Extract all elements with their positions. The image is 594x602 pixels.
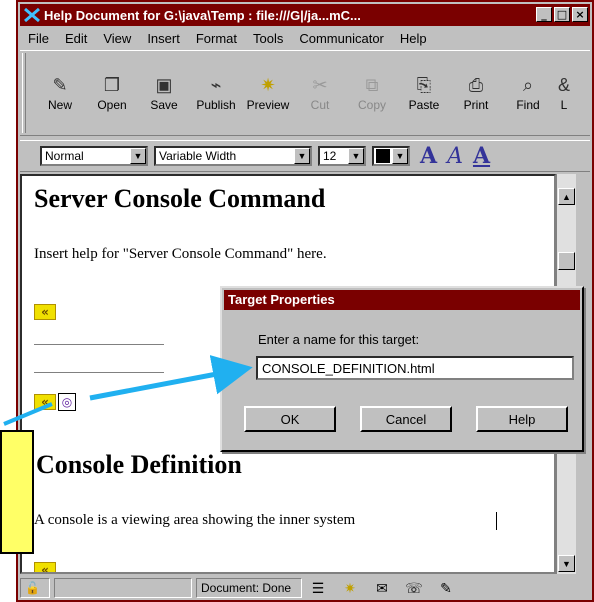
ok-button[interactable]: OK	[244, 406, 336, 432]
heading-server-console-command: Server Console Command	[34, 184, 326, 213]
save-button[interactable]: ▣ Save	[138, 74, 190, 112]
chevron-down-icon: ▼	[294, 148, 310, 164]
underline-button[interactable]: A	[473, 143, 490, 169]
dialog-title[interactable]: Target Properties	[224, 290, 580, 310]
bold-button[interactable]: A	[420, 143, 437, 169]
preview-icon: ✷	[260, 75, 276, 95]
find-icon: ⌕	[522, 75, 534, 95]
security-lock-icon[interactable]: 🔓	[20, 578, 50, 598]
link-button[interactable]: & L	[554, 74, 574, 112]
paste-icon: ⎘	[416, 75, 432, 95]
minimize-button[interactable]: _	[536, 7, 552, 22]
link-icon: &	[557, 75, 570, 95]
target-anchor-icon[interactable]: «	[34, 394, 56, 410]
heading-console-definition: Console Definition	[36, 450, 242, 479]
menu-communicator[interactable]: Communicator	[299, 31, 384, 46]
menu-tools[interactable]: Tools	[253, 31, 283, 46]
new-target-icon[interactable]: ◎	[58, 393, 76, 411]
scroll-down-icon[interactable]: ▼	[558, 555, 575, 572]
menu-file[interactable]: File	[28, 31, 49, 46]
menu-edit[interactable]: Edit	[65, 31, 87, 46]
publish-button[interactable]: ⌁ Publish	[190, 74, 242, 112]
font-size-select[interactable]: 12 ▼	[318, 146, 366, 166]
open-button[interactable]: ❐ Open	[86, 74, 138, 112]
composer-icon[interactable]: ✷	[338, 579, 362, 597]
scroll-up-icon[interactable]: ▲	[558, 188, 575, 205]
mail-icon[interactable]: ✉	[370, 579, 394, 597]
target-properties-dialog: Target Properties Enter a name for this …	[220, 286, 584, 452]
paragraph-help-placeholder: Insert help for "Server Console Command"…	[34, 246, 327, 262]
print-button[interactable]: ⎙ Print	[450, 74, 502, 112]
edit-icon[interactable]: ✎	[434, 579, 458, 597]
target-name-input[interactable]	[256, 356, 574, 380]
font-select[interactable]: Variable Width ▼	[154, 146, 312, 166]
paragraph-console-definition: A console is a viewing area showing the …	[34, 512, 356, 528]
paragraph-style-select[interactable]: Normal ▼	[40, 146, 148, 166]
new-page-icon: ✎	[52, 75, 68, 95]
preview-button[interactable]: ✷ Preview	[242, 74, 294, 112]
italic-button[interactable]: A	[447, 144, 463, 169]
status-bar: 🔓 Document: Done ☰ ✷ ✉ ☏ ✎	[20, 576, 590, 600]
target-anchor-icon[interactable]: «	[34, 562, 56, 572]
discussion-icon[interactable]: ☏	[402, 579, 426, 597]
cut-icon: ✂	[312, 75, 328, 95]
menu-format[interactable]: Format	[196, 31, 237, 46]
horizontal-rule	[34, 372, 164, 374]
text-color-select[interactable]: ▼	[372, 146, 410, 166]
find-button[interactable]: ⌕ Find	[502, 74, 554, 112]
save-icon: ▣	[155, 75, 173, 95]
cut-button[interactable]: ✂ Cut	[294, 74, 346, 112]
close-button[interactable]: ×	[572, 7, 588, 22]
chevron-down-icon: ▼	[130, 148, 146, 164]
composer-logo-icon	[24, 7, 40, 23]
print-icon: ⎙	[468, 75, 484, 95]
composition-toolbar: ✎ New ❐ Open ▣ Save ⌁ Publish ✷ Preview ✂ Cut …	[20, 50, 590, 136]
new-button[interactable]: ✎ New	[34, 74, 86, 112]
chevron-down-icon: ▼	[392, 148, 408, 164]
help-button[interactable]: Help	[476, 406, 568, 432]
text-caret	[496, 512, 497, 530]
callout-box	[0, 430, 34, 554]
window-title: Help Document for G:\java\Temp : file://…	[44, 7, 361, 23]
maximize-button[interactable]: □	[554, 7, 570, 22]
copy-button[interactable]: ⧉ Copy	[346, 74, 398, 112]
menu-insert[interactable]: Insert	[147, 31, 180, 46]
copy-icon: ⧉	[365, 75, 379, 95]
menu-bar: File Edit View Insert Format Tools Commu…	[20, 28, 590, 48]
title-bar[interactable]: Help Document for G:\java\Temp : file://…	[20, 4, 590, 26]
chevron-down-icon: ▼	[348, 148, 364, 164]
menu-help[interactable]: Help	[400, 31, 427, 46]
progress-panel	[54, 578, 192, 598]
open-icon: ❐	[103, 75, 121, 95]
menu-view[interactable]: View	[103, 31, 131, 46]
cancel-button[interactable]: Cancel	[360, 406, 452, 432]
scroll-thumb[interactable]	[558, 252, 575, 270]
target-name-label: Enter a name for this target:	[258, 332, 420, 347]
target-anchor-icon[interactable]: «	[34, 304, 56, 320]
color-swatch	[376, 149, 390, 163]
horizontal-rule	[34, 344, 164, 346]
navigator-icon[interactable]: ☰	[306, 579, 330, 597]
formatting-toolbar: Normal ▼ Variable Width ▼ 12 ▼ ▼ A A A	[20, 140, 590, 172]
status-text: Document: Done	[196, 578, 302, 598]
publish-icon: ⌁	[210, 75, 222, 95]
paste-button[interactable]: ⎘ Paste	[398, 74, 450, 112]
